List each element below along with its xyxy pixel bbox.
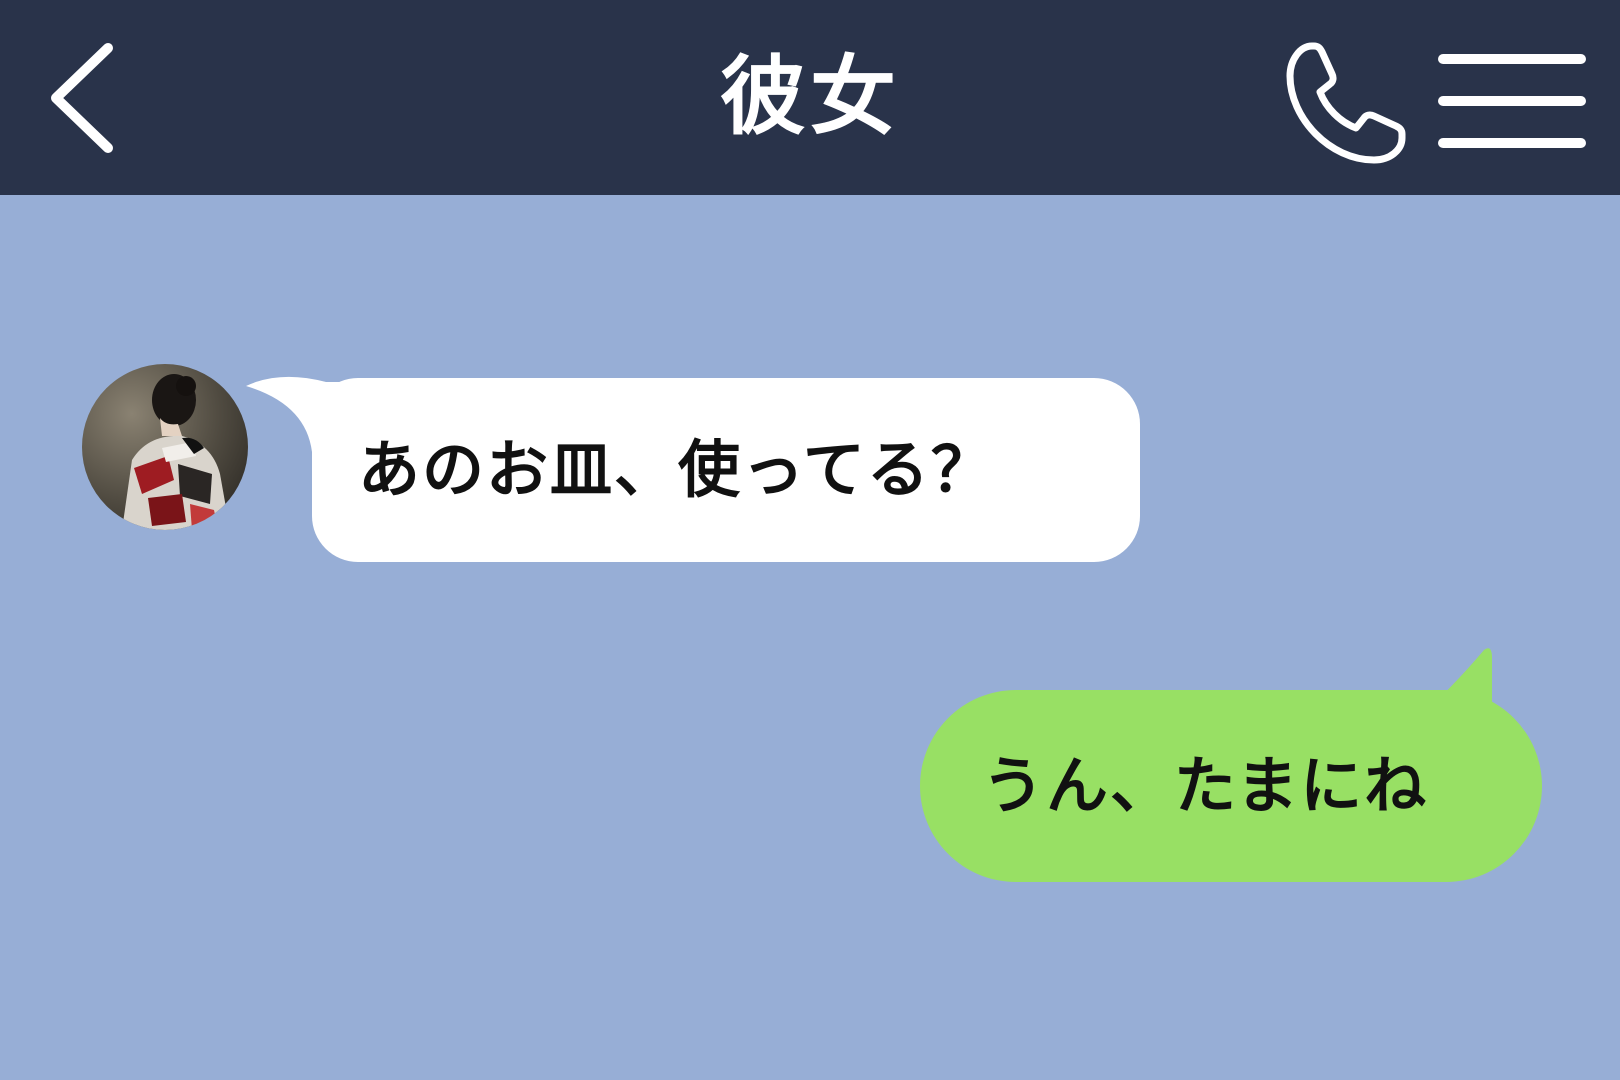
hamburger-menu-icon [1438, 54, 1586, 148]
incoming-message-bubble[interactable]: あのお皿、使ってる？ [312, 378, 1140, 562]
chat-screen: 彼女 あのお皿、使ってる？ うん、たまにね [0, 0, 1620, 1080]
avatar-image [82, 364, 248, 530]
menu-button[interactable] [1438, 50, 1586, 152]
outgoing-message-bubble[interactable]: うん、たまにね [920, 690, 1542, 882]
call-button[interactable] [1282, 38, 1412, 168]
incoming-message-text: あのお皿、使ってる？ [358, 433, 995, 506]
contact-avatar[interactable] [82, 364, 248, 530]
outgoing-message-text: うん、たまにね [982, 749, 1429, 822]
chat-header: 彼女 [0, 0, 1620, 195]
phone-icon [1286, 42, 1406, 164]
